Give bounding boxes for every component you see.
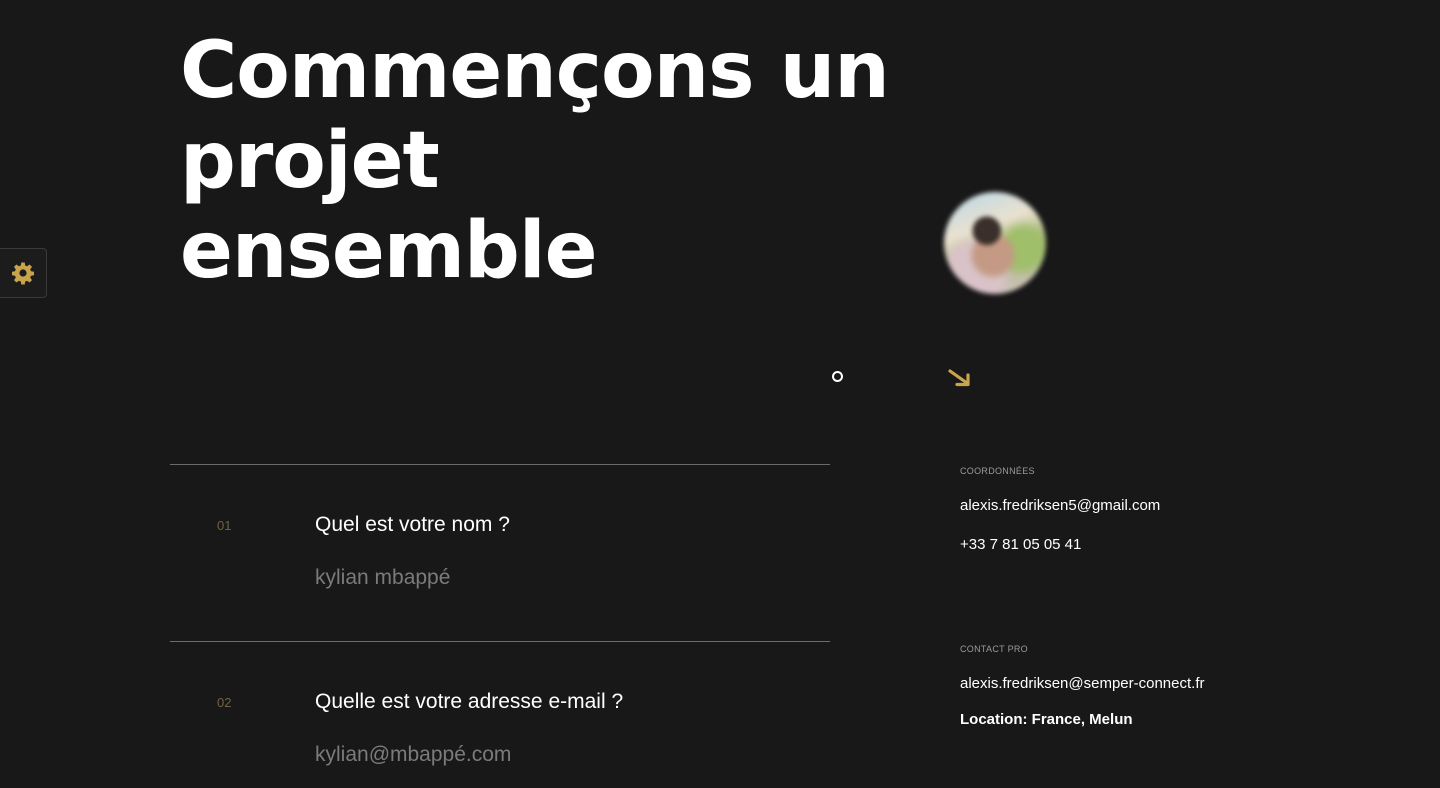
avatar [944,192,1046,294]
question-label-email: Quelle est votre adresse e-mail ? [315,690,624,713]
arrow-down-right-icon[interactable] [946,366,974,390]
question-label-name: Quel est votre nom ? [315,513,510,536]
settings-button[interactable] [0,248,47,298]
cursor-ring [832,371,843,382]
contact-page: Commençons un projet ensemble 01 Quel es… [0,0,1440,788]
email-input[interactable] [315,743,795,767]
contact-pro-heading: CONTACT PRO [960,644,1028,654]
coordinates-heading: COORDONNÉES [960,466,1035,476]
name-input[interactable] [315,566,795,590]
page-title-line-2: projet [180,116,440,206]
page-title-line-3: ensemble [180,206,598,296]
phone-link[interactable]: +33 7 81 05 05 41 [960,536,1081,553]
question-number: 02 [217,695,232,710]
divider [170,464,830,465]
question-number: 01 [217,518,232,533]
page-title: Commençons un projet ensemble [180,26,890,296]
location-text: Location: France, Melun [960,711,1133,728]
divider [170,641,830,642]
page-title-line-1: Commençons un [180,26,890,116]
gear-icon [11,262,34,285]
personal-email-link[interactable]: alexis.fredriksen5@gmail.com [960,497,1160,514]
pro-email-link[interactable]: alexis.fredriksen@semper-connect.fr [960,675,1204,692]
